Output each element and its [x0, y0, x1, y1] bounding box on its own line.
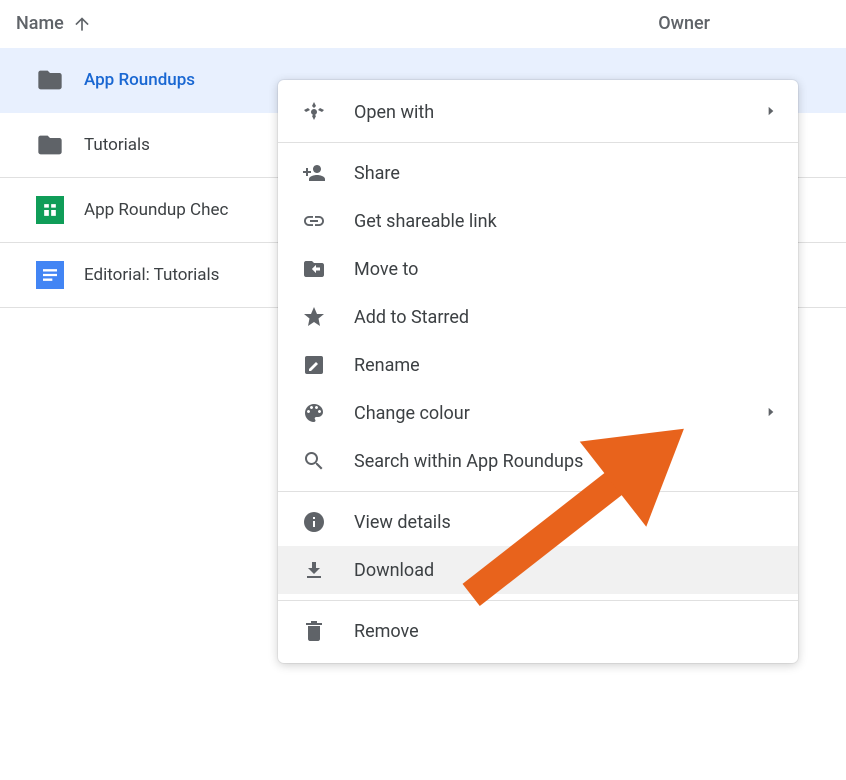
rename-icon: [302, 353, 326, 377]
link-icon: [302, 209, 326, 233]
file-name-label: App Roundups: [84, 70, 195, 90]
sort-arrow-up-icon: [72, 14, 92, 34]
column-name-header[interactable]: Name: [16, 13, 92, 34]
menu-label: Add to Starred: [354, 307, 469, 328]
menu-open-with[interactable]: Open with: [278, 88, 798, 136]
menu-search-within[interactable]: Search within App Roundups: [278, 437, 798, 485]
menu-label: Get shareable link: [354, 211, 497, 232]
info-icon: [302, 510, 326, 534]
folder-move-icon: [302, 257, 326, 281]
sheets-icon: [36, 196, 64, 224]
menu-get-link[interactable]: Get shareable link: [278, 197, 798, 245]
menu-label: View details: [354, 512, 451, 533]
menu-divider: [278, 600, 798, 601]
menu-label: Open with: [354, 102, 434, 123]
trash-icon: [302, 619, 326, 643]
chevron-right-icon: [764, 404, 778, 423]
menu-label: Download: [354, 560, 434, 581]
folder-icon: [36, 66, 64, 94]
menu-share[interactable]: Share: [278, 149, 798, 197]
palette-icon: [302, 401, 326, 425]
menu-label: Change colour: [354, 403, 470, 424]
menu-view-details[interactable]: View details: [278, 498, 798, 546]
menu-label: Move to: [354, 259, 418, 280]
search-icon: [302, 449, 326, 473]
person-add-icon: [302, 161, 326, 185]
context-menu: Open with Share Get shareable link Move …: [278, 80, 798, 663]
list-header: Name Owner: [0, 0, 846, 48]
docs-icon: [36, 261, 64, 289]
menu-move-to[interactable]: Move to: [278, 245, 798, 293]
file-name-label: Tutorials: [84, 135, 150, 155]
file-name-label: App Roundup Chec: [84, 200, 228, 220]
column-owner-header[interactable]: Owner: [658, 13, 710, 34]
menu-remove[interactable]: Remove: [278, 607, 798, 655]
star-icon: [302, 305, 326, 329]
folder-icon: [36, 131, 64, 159]
menu-divider: [278, 491, 798, 492]
menu-label: Rename: [354, 355, 420, 376]
menu-label: Remove: [354, 621, 419, 642]
open-with-icon: [302, 100, 326, 124]
chevron-right-icon: [764, 103, 778, 122]
file-name-label: Editorial: Tutorials: [84, 265, 219, 285]
menu-download[interactable]: Download: [278, 546, 798, 594]
name-column-label: Name: [16, 13, 64, 34]
menu-add-starred[interactable]: Add to Starred: [278, 293, 798, 341]
owner-column-label: Owner: [658, 13, 710, 34]
menu-divider: [278, 142, 798, 143]
menu-rename[interactable]: Rename: [278, 341, 798, 389]
menu-label: Share: [354, 163, 400, 184]
download-icon: [302, 558, 326, 582]
menu-label: Search within App Roundups: [354, 451, 583, 472]
menu-change-colour[interactable]: Change colour: [278, 389, 798, 437]
